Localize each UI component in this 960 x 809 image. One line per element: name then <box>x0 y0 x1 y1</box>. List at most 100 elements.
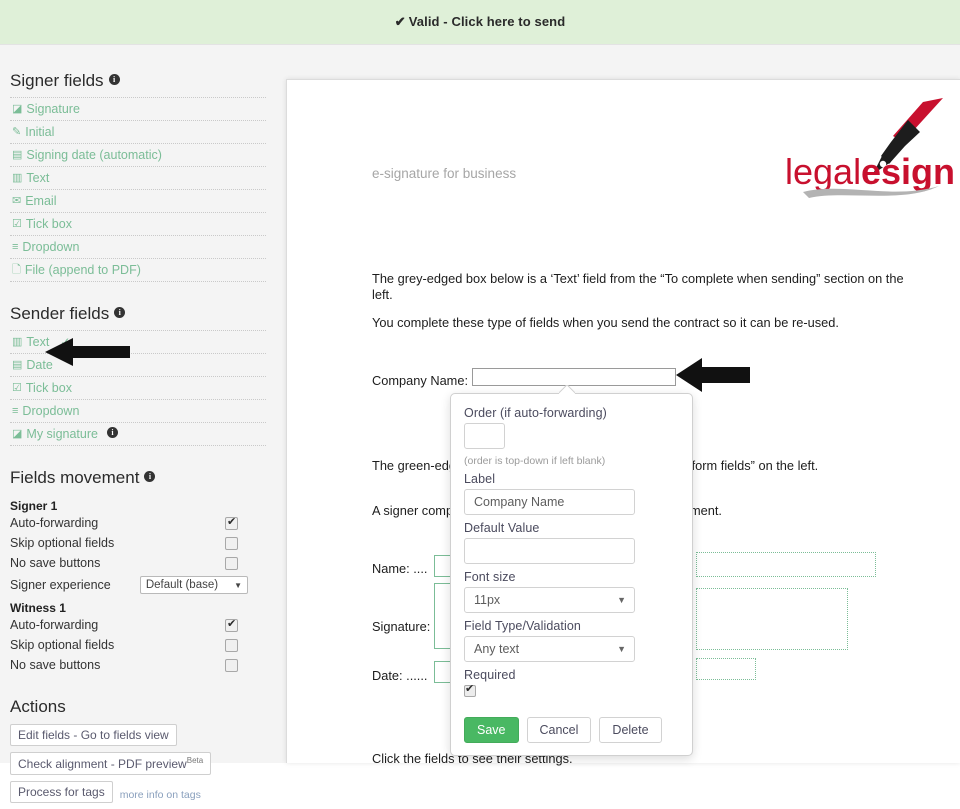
font-size-label: Font size <box>464 570 679 584</box>
sidebar-item-label: Dropdown <box>22 404 79 418</box>
row-label: No save buttons <box>10 556 100 570</box>
check-alignment-button[interactable]: Check alignment - PDF previewBeta <box>10 752 211 775</box>
svg-text:legal: legal <box>785 151 861 192</box>
font-size-select[interactable]: 11px ▼ <box>464 587 635 613</box>
valid-banner-text: ✔Valid - Click here to send <box>395 14 565 30</box>
row-signer1-experience[interactable]: Signer experience Default (base) ▼ <box>10 573 266 597</box>
fields-movement-panel: Signer 1 Auto-forwarding Skip optional f… <box>10 499 266 675</box>
no-save-buttons-checkbox[interactable] <box>225 557 238 570</box>
group-name-witness1: Witness 1 <box>10 601 266 615</box>
sidebar-item-label: Tick box <box>26 217 72 231</box>
sender-item-dropdown[interactable]: ≡ Dropdown <box>10 399 266 423</box>
pointer-arrow-sender-text <box>45 338 130 366</box>
actions-heading: Actions <box>10 675 266 724</box>
company-name-field[interactable] <box>472 368 676 386</box>
signer-experience-select[interactable]: Default (base) ▼ <box>140 576 248 594</box>
row-label: Skip optional fields <box>10 536 114 550</box>
svg-text:esign: esign <box>861 151 953 192</box>
select-value: Default (base) <box>146 579 218 591</box>
actions-panel: Edit fields - Go to fields view Check al… <box>10 724 266 809</box>
info-icon[interactable]: i <box>109 74 120 85</box>
signature-icon: ◪ <box>12 104 22 115</box>
order-hint: (order is top-down if left blank) <box>464 455 679 467</box>
row-witness1-auto-forwarding[interactable]: Auto-forwarding <box>10 615 266 635</box>
calendar-icon: ▤ <box>12 360 22 371</box>
row-witness1-no-save-buttons[interactable]: No save buttons <box>10 655 266 675</box>
signer-fields-list: ◪ Signature ✎ Initial ▤ Signing date (au… <box>10 97 266 282</box>
label-input[interactable]: Company Name <box>464 489 635 515</box>
field-settings-popup: Order (if auto-forwarding) (order is top… <box>450 393 693 756</box>
info-icon[interactable]: i <box>144 471 155 482</box>
valid-banner-label: Valid - Click here to send <box>409 14 565 29</box>
delete-button[interactable]: Delete <box>599 717 661 743</box>
sidebar-item-signing-date[interactable]: ▤ Signing date (automatic) <box>10 143 266 167</box>
chevron-down-icon: ▼ <box>617 644 626 654</box>
required-label: Required <box>464 668 679 682</box>
sender-item-tick-box[interactable]: ☑ Tick box <box>10 376 266 400</box>
signer-signature-field-dashed[interactable] <box>696 588 848 650</box>
order-input[interactable] <box>464 423 505 449</box>
auto-forwarding-checkbox[interactable] <box>225 619 238 632</box>
save-button[interactable]: Save <box>464 717 519 743</box>
sidebar-item-label: Initial <box>25 125 54 139</box>
validation-value: Any text <box>474 642 519 656</box>
skip-optional-checkbox[interactable] <box>225 639 238 652</box>
fields-movement-title: Fields movement <box>10 468 139 488</box>
validation-select[interactable]: Any text ▼ <box>464 636 635 662</box>
default-value-input[interactable] <box>464 538 635 564</box>
signer-date-field-dashed[interactable] <box>696 658 756 680</box>
row-signer1-skip-optional[interactable]: Skip optional fields <box>10 533 266 553</box>
name-label: Name: .... <box>372 561 427 576</box>
no-save-buttons-checkbox[interactable] <box>225 659 238 672</box>
sidebar-item-initial[interactable]: ✎ Initial <box>10 120 266 144</box>
more-info-on-tags-link[interactable]: more info on tags <box>120 789 201 801</box>
pencil-icon: ✎ <box>12 127 21 138</box>
required-checkbox[interactable] <box>464 685 476 697</box>
sidebar-item-signature[interactable]: ◪ Signature <box>10 97 266 121</box>
button-label: Process for tags <box>18 785 105 799</box>
actions-title: Actions <box>10 697 66 717</box>
row-label: No save buttons <box>10 658 100 672</box>
chevron-down-icon: ▼ <box>234 581 242 590</box>
sender-item-my-signature[interactable]: ◪ My signature i <box>10 422 266 446</box>
sender-fields-title: Sender fields <box>10 304 109 324</box>
document-paragraph-1: The grey-edged box below is a ‘Text’ fie… <box>372 271 927 302</box>
row-label: Auto-forwarding <box>10 618 98 632</box>
sidebar-item-text[interactable]: ▥ Text <box>10 166 266 190</box>
sender-fields-heading: Sender fields i <box>10 282 266 331</box>
tickbox-icon: ☑ <box>12 383 22 394</box>
document-paragraph-2: You complete these type of fields when y… <box>372 315 927 331</box>
sidebar-item-label: File (append to PDF) <box>25 263 141 277</box>
row-label: Signer experience <box>10 578 111 592</box>
default-value-label: Default Value <box>464 521 679 535</box>
text-field-icon: ▥ <box>12 337 22 348</box>
process-for-tags-button[interactable]: Process for tags <box>10 781 113 803</box>
document-tagline: e-signature for business <box>372 166 516 181</box>
valid-send-banner[interactable]: ✔Valid - Click here to send <box>0 0 960 45</box>
info-icon[interactable]: i <box>114 307 125 318</box>
font-size-value: 11px <box>474 593 500 607</box>
cancel-button[interactable]: Cancel <box>527 717 592 743</box>
sidebar-item-tick-box[interactable]: ☑ Tick box <box>10 212 266 236</box>
legalesign-logo: legal esign <box>773 96 953 201</box>
label-value: Company Name <box>474 495 564 509</box>
sidebar-item-file[interactable]: 🗋 File (append to PDF) <box>10 258 266 282</box>
fields-movement-heading: Fields movement i <box>10 446 266 495</box>
check-icon: ✔ <box>395 14 406 29</box>
row-label: Auto-forwarding <box>10 516 98 530</box>
list-icon: ≡ <box>12 242 18 253</box>
label-label: Label <box>464 472 679 486</box>
row-witness1-skip-optional[interactable]: Skip optional fields <box>10 635 266 655</box>
row-signer1-auto-forwarding[interactable]: Auto-forwarding <box>10 513 266 533</box>
sidebar-item-dropdown[interactable]: ≡ Dropdown <box>10 235 266 259</box>
popup-caret-icon <box>559 385 575 394</box>
info-icon[interactable]: i <box>107 427 118 438</box>
signature-icon: ◪ <box>12 429 22 440</box>
button-label: Check alignment - PDF preview <box>18 757 187 771</box>
sidebar-item-email[interactable]: ✉ Email <box>10 189 266 213</box>
row-signer1-no-save-buttons[interactable]: No save buttons <box>10 553 266 573</box>
skip-optional-checkbox[interactable] <box>225 537 238 550</box>
auto-forwarding-checkbox[interactable] <box>225 517 238 530</box>
signer-name-field-dashed[interactable] <box>696 552 876 577</box>
edit-fields-button[interactable]: Edit fields - Go to fields view <box>10 724 177 746</box>
